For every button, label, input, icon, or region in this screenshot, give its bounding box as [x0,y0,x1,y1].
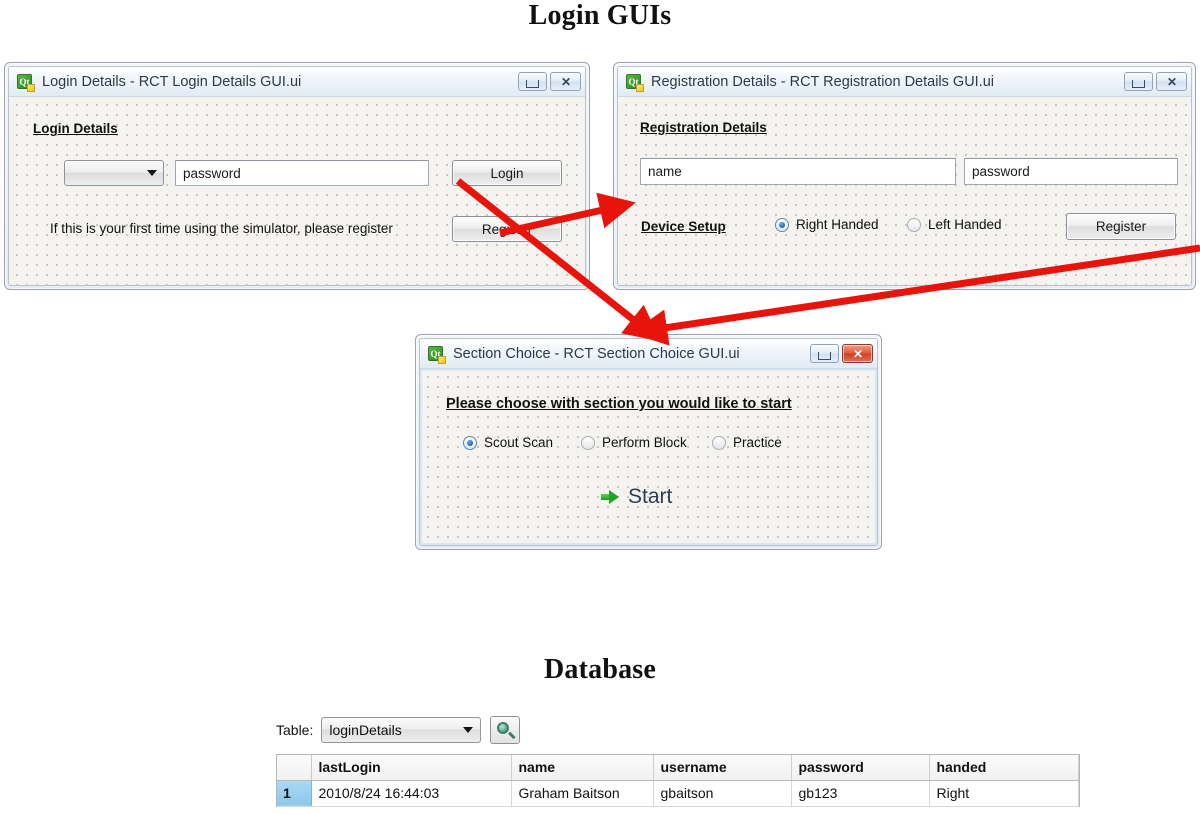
magnifier-handle-icon [508,731,517,739]
login-details-table: lastLogin name username password handed … [277,755,1079,807]
device-setup-label: Device Setup [641,219,726,234]
register-hint-text: If this is your first time using the sim… [50,221,393,236]
window-section-choice[interactable]: Section Choice - RCT Section Choice GUI.… [415,334,882,550]
column-header-username[interactable]: username [653,755,792,781]
search-button[interactable] [490,716,521,744]
close-button[interactable]: ✕ [842,344,873,363]
minimize-button[interactable] [1124,72,1153,91]
titlebar-section-choice[interactable]: Section Choice - RCT Section Choice GUI.… [420,339,877,369]
radio-perform-block[interactable]: Perform Block [581,435,687,450]
table-row[interactable]: 1 2010/8/24 16:44:03 Graham Baitson gbai… [277,780,1079,807]
close-icon: ✕ [560,74,571,89]
cell-handed[interactable]: Right [929,780,1079,807]
window-controls-registration: ✕ [1124,72,1187,91]
window-section-choice-inner: Section Choice - RCT Section Choice GUI.… [419,338,878,546]
radio-practice-label: Practice [733,435,782,450]
section-choice-heading: Please choose with section you would lik… [446,396,792,412]
cell-name[interactable]: Graham Baitson [511,780,654,807]
chevron-down-icon [463,727,474,733]
close-icon: ✕ [1166,74,1177,89]
start-button[interactable]: Start [601,485,672,509]
registration-register-button[interactable]: Register [1066,213,1176,240]
window-login-details-inner: Login Details - RCT Login Details GUI.ui… [8,66,586,286]
close-button[interactable]: ✕ [550,72,581,91]
minimize-button[interactable] [810,344,839,363]
start-button-label: Start [628,485,673,508]
form-canvas-registration: Registration Details name password Devic… [618,97,1191,285]
titlebar-login-details[interactable]: Login Details - RCT Login Details GUI.ui… [9,67,585,97]
radio-right-handed[interactable]: Right Handed [775,217,879,232]
arrow-right-icon [601,489,619,505]
table-select-combo[interactable]: loginDetails [321,717,482,743]
column-header-handed[interactable]: handed [929,755,1079,781]
chevron-down-icon [147,170,157,176]
minimize-button[interactable] [518,72,547,91]
window-controls-section-choice: ✕ [810,344,873,363]
column-header-name[interactable]: name [511,755,654,781]
password-input[interactable]: password [175,160,429,186]
name-input[interactable]: name [640,158,956,185]
form-canvas-login: Login Details password Login If this is … [9,97,585,285]
close-button[interactable]: ✕ [1156,72,1187,91]
password-input-value: password [183,165,241,181]
table-select-label: Table: [276,722,314,738]
form-canvas-section-choice: Please choose with section you would lik… [420,369,877,545]
window-controls-login: ✕ [518,72,581,91]
window-title-login-details: Login Details - RCT Login Details GUI.ui [42,73,302,90]
table-corner-cell[interactable] [277,755,312,781]
column-header-lastlogin[interactable]: lastLogin [311,755,512,781]
cell-username[interactable]: gbaitson [653,780,792,807]
register-button[interactable]: Register [452,216,562,242]
username-combo[interactable] [64,160,164,186]
registration-heading: Registration Details [640,120,767,135]
window-registration-details-inner: Registration Details - RCT Registration … [617,66,1192,286]
close-icon: ✕ [852,346,863,361]
table-body: 1 2010/8/24 16:44:03 Graham Baitson gbai… [277,780,1079,807]
radio-perform-block-label: Perform Block [602,435,687,450]
page-title-database: Database [543,654,657,685]
name-input-value: name [648,164,682,179]
qt-designer-icon [16,73,35,92]
titlebar-registration-details[interactable]: Registration Details - RCT Registration … [618,67,1191,97]
radio-indicator-icon [712,435,726,450]
screenshot-root: Login GUIs Login Details - RCT Login Det… [0,0,1200,815]
table-select-value: loginDetails [329,722,402,738]
radio-indicator-icon [463,435,477,450]
radio-scout-scan-label: Scout Scan [484,435,554,450]
radio-indicator-icon [775,217,789,232]
radio-left-handed[interactable]: Left Handed [907,217,1002,232]
radio-indicator-icon [581,435,595,450]
radio-scout-scan[interactable]: Scout Scan [463,435,553,450]
qt-designer-icon [625,73,644,92]
radio-practice[interactable]: Practice [712,435,782,450]
qt-designer-icon [427,345,446,364]
login-button-label: Login [490,165,524,181]
cell-password[interactable]: gb123 [791,780,930,807]
registration-password-input[interactable]: password [964,158,1178,185]
register-button-label: Register [481,221,533,237]
window-title-registration-details: Registration Details - RCT Registration … [651,73,995,90]
radio-left-handed-label: Left Handed [928,217,1002,232]
radio-indicator-icon [907,217,921,232]
database-toolbar: Table: loginDetails [276,716,521,744]
window-login-details[interactable]: Login Details - RCT Login Details GUI.ui… [4,62,590,290]
login-heading: Login Details [33,121,118,136]
row-number[interactable]: 1 [277,780,312,807]
database-table[interactable]: lastLogin name username password handed … [276,754,1080,807]
radio-right-handed-label: Right Handed [796,217,879,232]
window-registration-details[interactable]: Registration Details - RCT Registration … [613,62,1196,290]
table-header-row: lastLogin name username password handed [277,755,1079,781]
login-button[interactable]: Login [452,160,562,186]
window-title-section-choice: Section Choice - RCT Section Choice GUI.… [453,345,740,362]
page-title-login-guis: Login GUIs [528,0,672,31]
registration-password-value: password [972,164,1030,179]
table-head: lastLogin name username password handed [277,755,1079,781]
registration-register-label: Register [1095,219,1147,234]
column-header-password[interactable]: password [791,755,930,781]
cell-lastlogin[interactable]: 2010/8/24 16:44:03 [311,780,512,807]
